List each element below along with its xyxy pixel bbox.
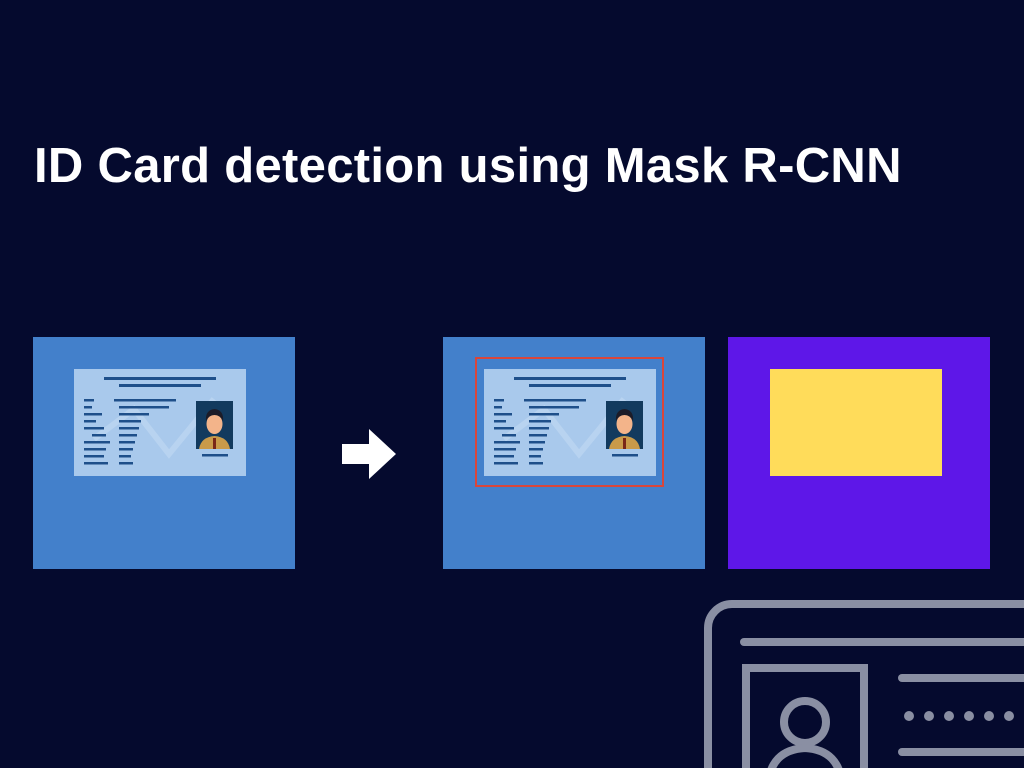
id-card-image bbox=[74, 369, 246, 476]
id-card-mask bbox=[770, 369, 942, 476]
right-arrow-icon bbox=[342, 429, 396, 479]
id-card-outline-icon bbox=[704, 600, 1024, 768]
page-title: ID Card detection using Mask R-CNN bbox=[34, 139, 902, 193]
bounding-box bbox=[475, 357, 664, 487]
detection-result-panel bbox=[443, 337, 705, 569]
user-icon bbox=[767, 697, 843, 768]
segmentation-mask-panel bbox=[728, 337, 990, 569]
input-image-panel bbox=[33, 337, 295, 569]
